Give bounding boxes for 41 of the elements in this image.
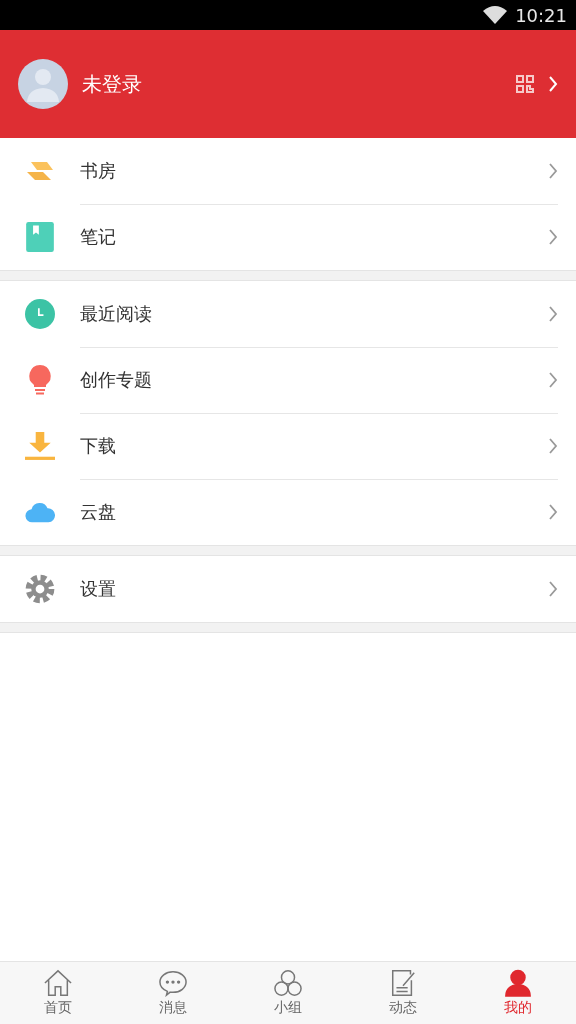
chevron-icon bbox=[548, 161, 558, 180]
qr-code-icon[interactable] bbox=[516, 75, 534, 93]
menu-label: 笔记 bbox=[80, 225, 117, 249]
clock-time: 10:21 bbox=[515, 4, 567, 26]
menu-item[interactable]: 云盘 bbox=[0, 479, 576, 545]
house-icon bbox=[42, 969, 73, 997]
chevron-icon bbox=[548, 228, 558, 246]
tab[interactable]: 我的 bbox=[460, 962, 576, 1024]
profile-header[interactable]: 未登录 bbox=[0, 30, 576, 138]
notebook-icon bbox=[25, 222, 55, 252]
chevron-icon bbox=[548, 503, 558, 521]
menu-item[interactable]: 设置 bbox=[0, 556, 576, 622]
menu-item[interactable]: 创作专题 bbox=[0, 347, 576, 413]
menu-label: 设置 bbox=[80, 577, 117, 601]
circles-icon bbox=[273, 969, 303, 997]
menu-item[interactable]: 书房 bbox=[0, 138, 576, 204]
login-status: 未登录 bbox=[82, 70, 143, 98]
chevron-icon bbox=[548, 304, 558, 323]
menu-label: 云盘 bbox=[80, 500, 117, 524]
menu-label: 创作专题 bbox=[80, 367, 153, 392]
menu-item[interactable]: 笔记 bbox=[0, 204, 576, 270]
menu-label: 书房 bbox=[80, 158, 117, 183]
speech-bubble-icon bbox=[157, 969, 188, 997]
avatar-icon bbox=[18, 59, 68, 109]
menu-item[interactable]: 下载 bbox=[0, 413, 576, 479]
chevron-icon bbox=[548, 370, 558, 389]
tab[interactable]: 动态 bbox=[345, 962, 461, 1024]
person-icon bbox=[503, 969, 534, 997]
tab[interactable]: 消息 bbox=[115, 962, 231, 1024]
download-icon bbox=[25, 431, 55, 461]
chevron-icon bbox=[548, 436, 558, 455]
settings-icon bbox=[25, 574, 55, 604]
wifi-icon bbox=[483, 6, 508, 24]
chevron-icon bbox=[548, 75, 558, 93]
tab[interactable]: 首页 bbox=[0, 962, 116, 1024]
tab[interactable]: 小组 bbox=[230, 962, 346, 1024]
menu-item[interactable]: 最近阅读 bbox=[0, 281, 576, 347]
clock-icon bbox=[25, 299, 55, 329]
chevron-icon bbox=[548, 580, 558, 598]
menu-label: 最近阅读 bbox=[80, 301, 153, 326]
menu-label: 下载 bbox=[80, 433, 117, 458]
